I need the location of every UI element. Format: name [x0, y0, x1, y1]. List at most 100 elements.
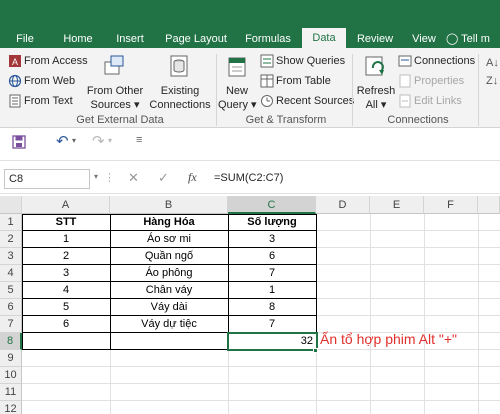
table-cell[interactable]: Áo sơ mi — [110, 231, 228, 248]
tell-me-box[interactable]: ◯ Tell m — [446, 30, 490, 48]
table-cell[interactable]: Váy dài — [110, 299, 228, 316]
tab-review[interactable]: Review — [352, 30, 398, 48]
chevron-down-icon[interactable]: ▾ — [108, 136, 112, 145]
customize-qat-icon[interactable]: ≡ — [136, 134, 142, 146]
row-header[interactable]: 3 — [0, 248, 22, 265]
tab-home[interactable]: Home — [58, 30, 98, 48]
edit-links-icon — [399, 94, 411, 108]
row-header[interactable]: 1 — [0, 214, 22, 231]
table-header-cell[interactable]: STT — [22, 214, 110, 231]
show-queries-button[interactable]: Show Queries — [276, 54, 345, 68]
existing-connections-button[interactable]: Existing Connections — [148, 84, 212, 112]
new-query-button[interactable]: New Query ▾ — [218, 84, 257, 112]
row-header[interactable]: 11 — [0, 384, 22, 401]
column-header[interactable]: E — [370, 196, 424, 214]
row-header[interactable]: 9 — [0, 350, 22, 367]
from-web-button[interactable]: From Web — [24, 74, 75, 88]
from-table-icon — [260, 74, 274, 88]
connections-icon — [398, 55, 412, 67]
from-other-sources-button[interactable]: From Other Sources ▾ — [86, 84, 144, 112]
row-header[interactable]: 2 — [0, 231, 22, 248]
save-icon[interactable] — [12, 135, 26, 149]
table-cell[interactable]: 8 — [228, 299, 316, 316]
enter-icon[interactable]: ✓ — [158, 170, 169, 186]
cancel-icon[interactable]: ✕ — [128, 170, 139, 186]
row-header[interactable]: 10 — [0, 367, 22, 384]
table-header-cell[interactable]: Số lượng — [228, 214, 316, 231]
chevron-down-icon[interactable]: ▾ — [94, 172, 98, 181]
table-cell[interactable]: Váy dự tiệc — [110, 316, 228, 333]
recent-sources-button[interactable]: Recent Sources — [276, 94, 354, 108]
annotation-text: Ấn tổ hợp phim Alt "+" — [320, 331, 458, 347]
fill-handle[interactable] — [313, 348, 318, 353]
formula-bar: C8 ▾ ⋮ ✕ ✓ fx =SUM(C2:C7) — [0, 160, 500, 194]
column-header[interactable]: B — [110, 196, 228, 214]
properties-button[interactable]: Properties — [414, 74, 464, 88]
column-header[interactable]: D — [316, 196, 370, 214]
tab-page-layout[interactable]: Page Layout — [162, 30, 230, 48]
group-label-connections: Connections — [387, 114, 449, 126]
row-header[interactable]: 6 — [0, 299, 22, 316]
chevron-down-icon: ▾ — [251, 99, 257, 111]
row-header[interactable]: 12 — [0, 401, 22, 414]
undo-icon[interactable]: ↶ — [56, 132, 69, 150]
column-header[interactable]: C — [228, 196, 316, 214]
table-header-cell[interactable]: Hàng Hóa — [110, 214, 228, 231]
from-text-button[interactable]: From Text — [24, 94, 73, 108]
edit-links-button[interactable]: Edit Links — [414, 94, 462, 108]
tab-file[interactable]: File — [10, 30, 40, 48]
row-header[interactable]: 7 — [0, 316, 22, 333]
sort-icon[interactable]: A↓ Z↓ — [486, 54, 499, 90]
redo-icon[interactable]: ↷ — [92, 132, 105, 150]
column-header[interactable]: A — [22, 196, 110, 214]
column-header[interactable] — [478, 196, 500, 214]
row-header[interactable]: 5 — [0, 282, 22, 299]
table-cell[interactable]: 7 — [228, 316, 316, 333]
text-file-icon — [9, 94, 21, 108]
name-box[interactable]: C8 — [4, 169, 90, 189]
table-cell[interactable]: 2 — [22, 248, 110, 265]
more-icon: ⋮ — [104, 172, 115, 184]
table-cell[interactable]: Quần ngố — [110, 248, 228, 265]
existing-connections-icon — [170, 55, 188, 77]
recent-sources-icon — [261, 95, 273, 107]
table-cell[interactable]: 5 — [22, 299, 110, 316]
group-label-get-transform: Get & Transform — [245, 114, 327, 126]
access-icon: A — [9, 55, 21, 67]
table-cell[interactable]: Áo phông — [110, 265, 228, 282]
table-cell[interactable]: 4 — [22, 282, 110, 299]
tab-data[interactable]: Data — [302, 28, 346, 48]
new-query-icon — [228, 57, 246, 77]
sum-cell-c8[interactable]: 32 — [228, 333, 316, 350]
table-cell[interactable]: 6 — [22, 316, 110, 333]
refresh-all-button[interactable]: Refresh All ▾ — [356, 84, 396, 112]
tab-view[interactable]: View — [406, 30, 442, 48]
formula-input[interactable]: =SUM(C2:C7) — [214, 169, 498, 189]
connections-button[interactable]: Connections — [414, 54, 475, 68]
chevron-down-icon[interactable]: ▾ — [72, 136, 76, 145]
tab-formulas[interactable]: Formulas — [240, 30, 296, 48]
table-cell[interactable]: 1 — [22, 231, 110, 248]
row-header[interactable]: 8 — [0, 333, 22, 350]
row-header[interactable]: 4 — [0, 265, 22, 282]
column-header[interactable]: F — [424, 196, 478, 214]
table-cell[interactable]: 1 — [228, 282, 316, 299]
worksheet-grid: A B C D E F 1 2 3 4 5 6 7 8 9 10 11 12 S… — [0, 196, 500, 414]
ribbon-tab-bar: File Home Insert Page Layout Formulas Da… — [0, 0, 500, 48]
from-access-button[interactable]: From Access — [24, 54, 88, 68]
select-all-corner[interactable] — [0, 196, 22, 214]
table-cell[interactable]: 7 — [228, 265, 316, 282]
show-queries-icon — [260, 54, 274, 68]
tab-insert[interactable]: Insert — [110, 30, 150, 48]
properties-icon — [399, 74, 411, 88]
table-cell[interactable]: Chân váy — [110, 282, 228, 299]
table-cell[interactable]: 3 — [228, 231, 316, 248]
ribbon: A From Access From Web From Text From Ot… — [0, 48, 500, 128]
table-cell[interactable]: 3 — [22, 265, 110, 282]
other-sources-icon — [104, 55, 124, 75]
lightbulb-icon: ◯ — [446, 33, 459, 45]
insert-function-icon[interactable]: fx — [188, 170, 197, 185]
from-table-button[interactable]: From Table — [276, 74, 331, 88]
quick-access-toolbar: ↶ ▾ ↷ ▾ ≡ — [0, 128, 500, 156]
table-cell[interactable]: 6 — [228, 248, 316, 265]
